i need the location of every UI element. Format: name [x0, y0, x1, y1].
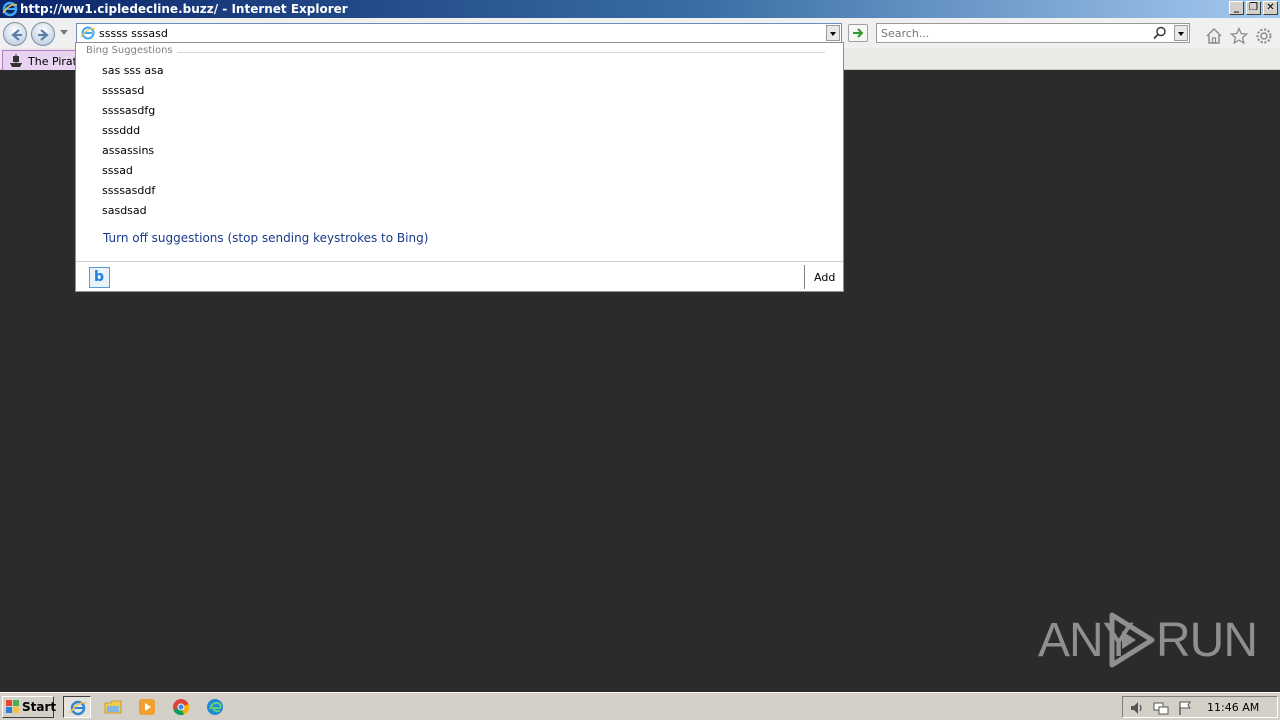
internet-explorer-icon — [69, 700, 87, 716]
turn-off-suggestions-link[interactable]: Turn off suggestions (stop sending keyst… — [103, 231, 428, 245]
settings-gear-icon[interactable] — [1255, 27, 1273, 45]
taskbar-internet-explorer[interactable] — [63, 696, 91, 718]
search-dropdown-button[interactable] — [1174, 25, 1188, 41]
minimize-button[interactable]: _ — [1229, 1, 1244, 15]
internet-explorer-icon — [2, 1, 18, 17]
close-button[interactable]: ✕ — [1263, 1, 1278, 15]
system-tray: 11:46 AM — [1122, 696, 1278, 718]
suggestion-item[interactable]: ssssasdfg — [76, 101, 843, 121]
back-button[interactable] — [3, 22, 27, 46]
bing-provider-button[interactable]: b — [89, 267, 110, 288]
search-icon[interactable] — [1153, 26, 1167, 40]
clock[interactable]: 11:46 AM — [1207, 701, 1259, 714]
suggestion-item[interactable]: assassins — [76, 141, 843, 161]
taskbar-chrome[interactable] — [167, 696, 195, 718]
taskbar-file-explorer[interactable] — [99, 696, 127, 718]
window-title: http://ww1.cipledecline.buzz/ - Internet… — [20, 2, 348, 16]
taskbar: Start 11:46 AM — [0, 692, 1280, 720]
bing-icon: b — [94, 269, 105, 285]
page-ie-icon — [80, 26, 96, 40]
action-center-flag-icon[interactable] — [1177, 700, 1193, 716]
suggestion-item[interactable]: sssddd — [76, 121, 843, 141]
go-button[interactable] — [848, 24, 868, 42]
start-button[interactable]: Start — [2, 696, 57, 718]
add-provider-link[interactable]: Add — [814, 271, 835, 284]
address-bar[interactable] — [76, 23, 842, 43]
forward-button[interactable] — [31, 22, 55, 46]
chrome-icon — [173, 699, 190, 716]
suggestion-item[interactable]: sssad — [76, 161, 843, 181]
taskbar-edge[interactable] — [201, 696, 229, 718]
media-player-icon — [139, 699, 155, 715]
suggestion-list: sas sss asa ssssasd ssssasdfg sssddd ass… — [76, 61, 843, 221]
suggestion-item[interactable]: ssssasd — [76, 81, 843, 101]
address-dropdown-button[interactable] — [826, 25, 840, 41]
recent-pages-dropdown-icon[interactable] — [60, 30, 68, 35]
search-box[interactable] — [876, 23, 1190, 43]
back-icon — [11, 29, 22, 41]
pirate-ship-icon — [10, 54, 22, 67]
taskbar-media-player[interactable] — [133, 696, 161, 718]
address-input[interactable] — [99, 25, 819, 41]
suggestion-item[interactable]: sasdsad — [76, 201, 843, 221]
watermark-run: RUN — [1156, 614, 1258, 667]
footer-divider — [76, 261, 843, 262]
footer-separator — [804, 265, 805, 289]
home-icon[interactable] — [1205, 27, 1223, 45]
search-input[interactable] — [881, 25, 1151, 41]
start-label: Start — [22, 700, 57, 714]
suggestions-group-title: Bing Suggestions — [86, 45, 177, 56]
group-divider — [86, 52, 825, 53]
favorites-star-icon[interactable] — [1230, 27, 1248, 45]
edge-icon — [207, 699, 223, 715]
go-icon — [853, 28, 864, 38]
windows-logo-icon — [6, 700, 19, 713]
window-controls: _ ❐ ✕ — [1229, 1, 1278, 15]
title-bar: http://ww1.cipledecline.buzz/ - Internet… — [0, 0, 1280, 18]
suggestion-item[interactable]: ssssasddf — [76, 181, 843, 201]
address-suggestions-dropdown: Bing Suggestions sas sss asa ssssasd sss… — [75, 42, 844, 292]
restore-button[interactable]: ❐ — [1246, 1, 1261, 15]
network-icon[interactable] — [1153, 700, 1169, 716]
file-explorer-icon — [104, 700, 122, 714]
forward-icon — [38, 29, 49, 41]
volume-icon[interactable] — [1129, 700, 1145, 716]
anyrun-watermark: ANY RUN — [1038, 605, 1258, 675]
suggestion-item[interactable]: sas sss asa — [76, 61, 843, 81]
play-logo-icon — [1109, 612, 1155, 668]
